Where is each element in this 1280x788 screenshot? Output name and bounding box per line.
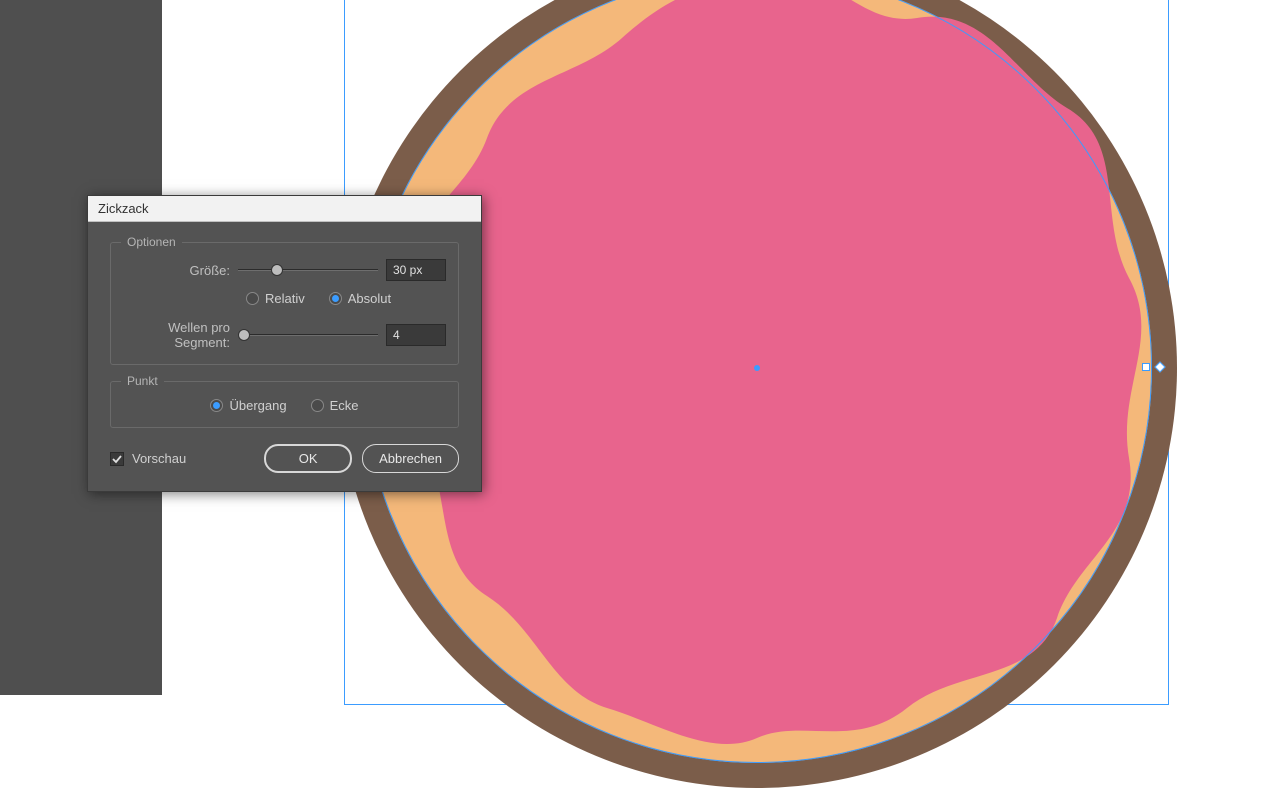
- ridges-row: Wellen pro Segment:: [123, 320, 446, 350]
- ok-button[interactable]: OK: [264, 444, 352, 473]
- radio-knob: [311, 399, 324, 412]
- checkbox-box: [110, 452, 124, 466]
- smooth-radio-label: Übergang: [229, 398, 286, 413]
- dialog-buttons: OK Abbrechen: [264, 444, 459, 473]
- absolut-radio[interactable]: Absolut: [329, 291, 391, 306]
- selection-center-point[interactable]: [754, 365, 760, 371]
- options-legend: Optionen: [121, 235, 182, 249]
- radio-knob: [329, 292, 342, 305]
- corner-radio-label: Ecke: [330, 398, 359, 413]
- zigzag-dialog: Zickzack Optionen Größe: Relativ: [87, 195, 482, 492]
- selection-handle-right[interactable]: [1142, 363, 1150, 371]
- radio-knob: [246, 292, 259, 305]
- corner-radio[interactable]: Ecke: [311, 398, 359, 413]
- preview-label: Vorschau: [132, 451, 186, 466]
- check-icon: [112, 454, 122, 464]
- cancel-button[interactable]: Abbrechen: [362, 444, 459, 473]
- ridges-input[interactable]: [386, 324, 446, 346]
- ridges-slider-track: [238, 334, 378, 336]
- size-slider-thumb[interactable]: [271, 264, 283, 276]
- point-mode-row: Übergang Ecke: [123, 398, 446, 413]
- size-row: Größe:: [123, 259, 446, 281]
- size-slider[interactable]: [238, 262, 378, 278]
- size-slider-track: [238, 269, 378, 271]
- dialog-body: Optionen Größe: Relativ: [88, 222, 481, 491]
- ridges-slider[interactable]: [238, 327, 378, 343]
- workspace: Zickzack Optionen Größe: Relativ: [0, 0, 1280, 695]
- point-fieldset: Punkt Übergang Ecke: [110, 381, 459, 428]
- preview-checkbox[interactable]: Vorschau: [110, 451, 186, 466]
- smooth-radio[interactable]: Übergang: [210, 398, 286, 413]
- size-mode-row: Relativ Absolut: [123, 291, 446, 306]
- size-input[interactable]: [386, 259, 446, 281]
- ridges-label: Wellen pro Segment:: [123, 320, 238, 350]
- size-label: Größe:: [123, 263, 238, 278]
- ridges-slider-thumb[interactable]: [238, 329, 250, 341]
- dialog-title: Zickzack: [98, 201, 149, 216]
- dialog-footer: Vorschau OK Abbrechen: [110, 444, 459, 473]
- radio-knob: [210, 399, 223, 412]
- relativ-radio[interactable]: Relativ: [246, 291, 305, 306]
- options-fieldset: Optionen Größe: Relativ: [110, 242, 459, 365]
- point-legend: Punkt: [121, 374, 164, 388]
- relativ-radio-label: Relativ: [265, 291, 305, 306]
- dialog-title-bar[interactable]: Zickzack: [88, 196, 481, 222]
- absolut-radio-label: Absolut: [348, 291, 391, 306]
